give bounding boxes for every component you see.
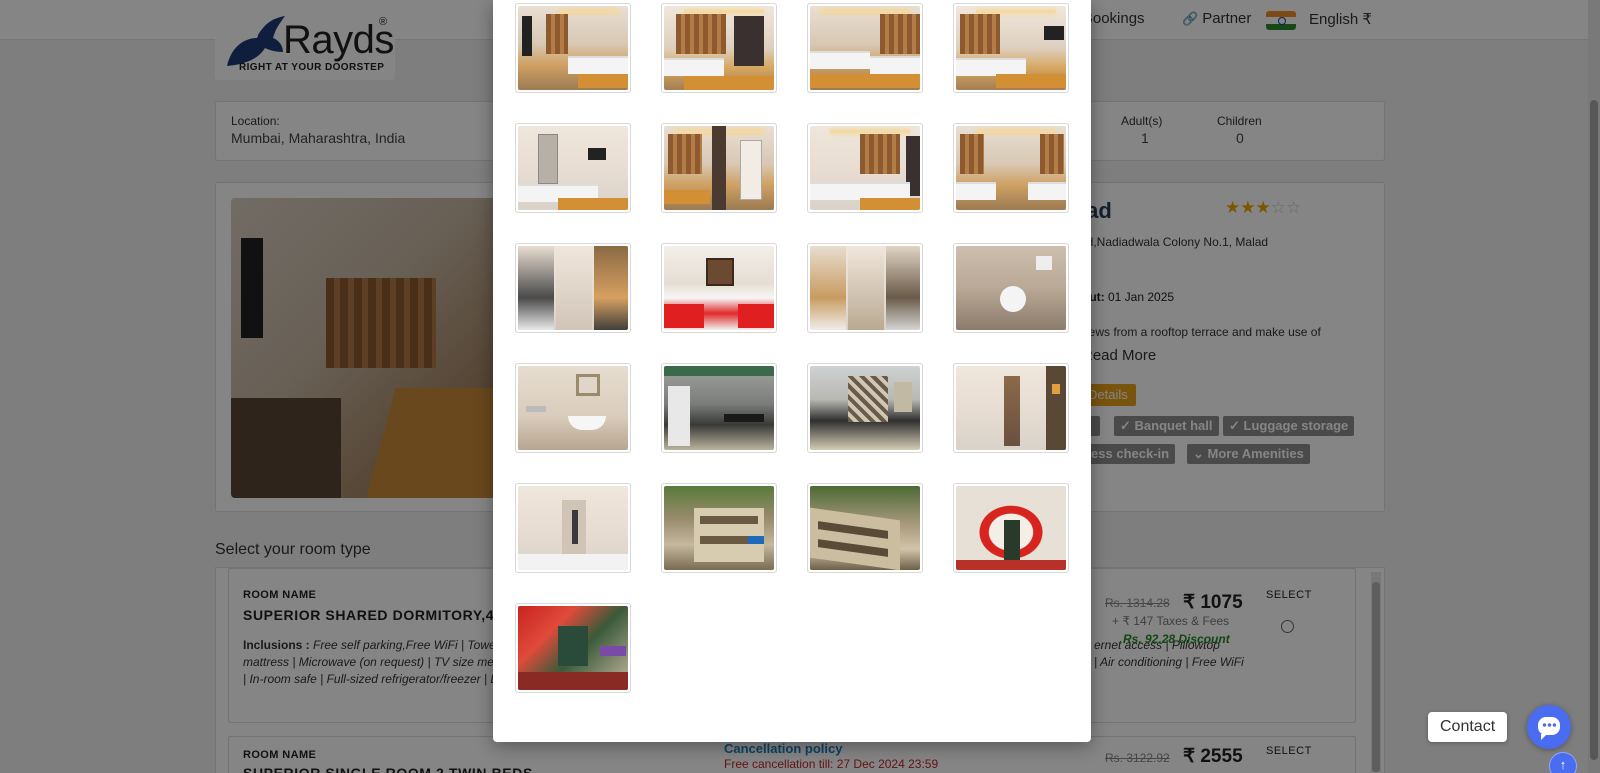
gallery-photo-image <box>810 246 920 330</box>
gallery-photo-14[interactable] <box>661 363 777 453</box>
gallery-photo-1[interactable] <box>515 3 631 93</box>
gallery-photo-image <box>664 126 774 210</box>
chat-bubble-icon[interactable] <box>1527 705 1571 749</box>
scroll-to-top-icon[interactable]: ↑ <box>1549 752 1577 773</box>
gallery-photo-8[interactable] <box>953 123 1069 213</box>
gallery-photo-6[interactable] <box>661 123 777 213</box>
gallery-photo-12[interactable] <box>953 243 1069 333</box>
gallery-photo-image <box>810 366 920 450</box>
gallery-photo-image <box>518 6 628 90</box>
gallery-photo-image <box>956 126 1066 210</box>
gallery-photo-image <box>956 6 1066 90</box>
gallery-photo-3[interactable] <box>807 3 923 93</box>
gallery-photo-image <box>810 126 920 210</box>
gallery-photo-image <box>956 366 1066 450</box>
gallery-photo-4[interactable] <box>953 3 1069 93</box>
gallery-photo-5[interactable] <box>515 123 631 213</box>
gallery-photo-15[interactable] <box>807 363 923 453</box>
gallery-photo-image <box>810 486 920 570</box>
gallery-photo-18[interactable] <box>661 483 777 573</box>
gallery-photo-10[interactable] <box>661 243 777 333</box>
gallery-photo-image <box>664 366 774 450</box>
gallery-photo-19[interactable] <box>807 483 923 573</box>
gallery-photo-11[interactable] <box>807 243 923 333</box>
gallery-photo-2[interactable] <box>661 3 777 93</box>
gallery-photo-image <box>518 366 628 450</box>
gallery-photo-21[interactable] <box>515 603 631 693</box>
gallery-photo-image <box>810 6 920 90</box>
gallery-photo-13[interactable] <box>515 363 631 453</box>
gallery-photo-image <box>518 606 628 690</box>
contact-label[interactable]: Contact <box>1428 712 1508 742</box>
gallery-photo-image <box>518 486 628 570</box>
gallery-photo-17[interactable] <box>515 483 631 573</box>
gallery-photo-image <box>518 246 628 330</box>
gallery-photo-image <box>664 486 774 570</box>
gallery-photo-20[interactable] <box>953 483 1069 573</box>
gallery-photo-image <box>956 246 1066 330</box>
gallery-photo-16[interactable] <box>953 363 1069 453</box>
gallery-photo-9[interactable] <box>515 243 631 333</box>
gallery-photo-7[interactable] <box>807 123 923 213</box>
gallery-photo-image <box>664 6 774 90</box>
gallery-photo-image <box>956 486 1066 570</box>
gallery-photo-image <box>518 126 628 210</box>
gallery-photo-image <box>664 246 774 330</box>
photo-gallery-modal <box>493 0 1091 742</box>
